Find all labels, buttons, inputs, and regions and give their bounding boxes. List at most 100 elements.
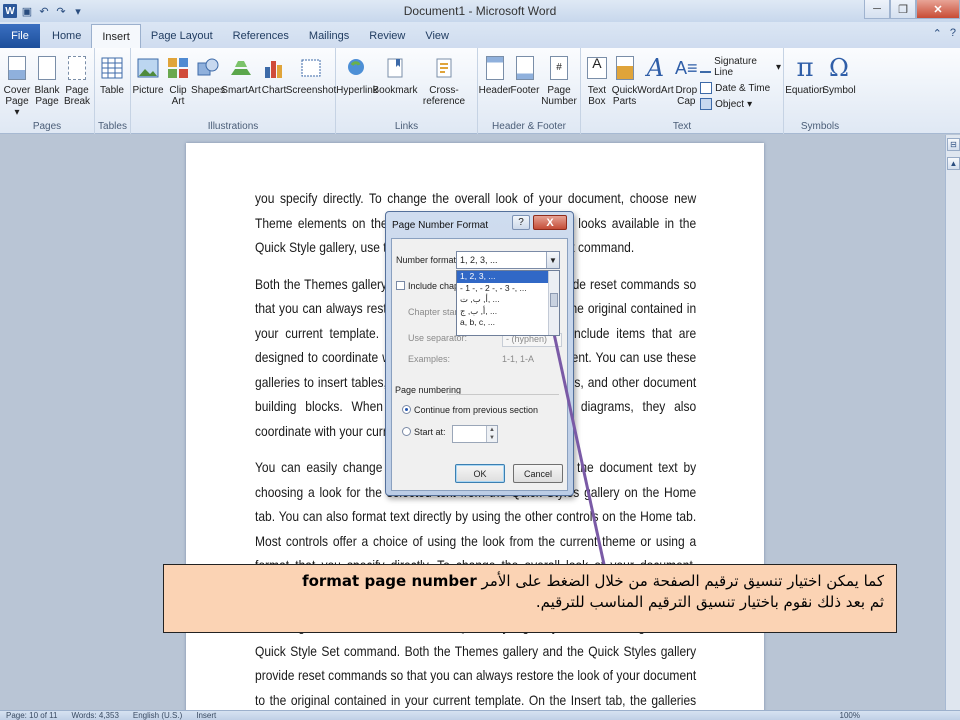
help-icon[interactable]: ? (950, 27, 956, 40)
picture-icon (136, 53, 160, 83)
radio-selected-icon (402, 405, 411, 414)
screenshot-icon (299, 53, 323, 83)
signature-icon (700, 61, 712, 73)
group-links: Hyperlink Bookmark Cross-reference Links (336, 48, 478, 134)
tab-home[interactable]: Home (42, 24, 91, 48)
tab-insert[interactable]: Insert (91, 24, 141, 48)
tab-review[interactable]: Review (359, 24, 415, 48)
examples-value: 1-1, 1-A (502, 354, 535, 364)
number-format-value: 1, 2, 3, ... (460, 255, 498, 265)
shapes-icon (196, 53, 220, 83)
minimize-button[interactable]: ─ (864, 0, 890, 19)
page-number-format-dialog: Page Number Format ? X Number format: 1,… (385, 211, 574, 496)
continue-radio[interactable]: Continue from previous section (402, 405, 538, 415)
object-icon (700, 98, 713, 110)
group-label-pages: Pages (32, 121, 62, 132)
vertical-scrollbar[interactable]: ⊟ ▲ (945, 135, 960, 710)
number-format-option[interactable]: - 1 -, - 2 -, - 3 -, ... (457, 283, 559, 295)
ruler-toggle-icon[interactable]: ⊟ (947, 138, 960, 151)
page-break-icon (68, 56, 86, 80)
tab-references[interactable]: References (223, 24, 299, 48)
start-at-spinner[interactable]: ▲ ▼ (452, 425, 498, 443)
group-label-header-footer: Header & Footer (492, 121, 566, 132)
header-icon (486, 56, 504, 80)
maximize-button[interactable]: ❐ (890, 0, 916, 19)
status-bar: Page: 10 of 11 Words: 4,353 English (U.S… (0, 710, 960, 720)
callout-command: format page number (302, 572, 477, 590)
cover-page-icon (8, 56, 26, 80)
dialog-close-button[interactable]: X (533, 215, 567, 230)
ribbon-insert: Cover Page ▾ Blank Page Page Break Pages… (0, 48, 960, 134)
tab-file[interactable]: File (0, 24, 40, 48)
undo-icon[interactable]: ↶ (37, 5, 51, 18)
divider (447, 394, 559, 395)
group-text: A Text Box Quick Parts A WordArt A≡ Drop Ca… (581, 48, 784, 134)
ribbon-tabs: File Home Insert Page Layout References … (0, 22, 960, 48)
dialog-body: Number format: 1, 2, 3, ... ▼ 1, 2, 3, .… (391, 238, 568, 491)
group-tables: Table Tables (95, 48, 131, 134)
drop-cap-icon: A≡ (675, 57, 698, 78)
group-label-illustrations: Illustrations (207, 121, 259, 132)
number-format-option[interactable]: أ, ب, ت, ... (457, 294, 559, 306)
cancel-button[interactable]: Cancel (513, 464, 563, 483)
tab-page-layout[interactable]: Page Layout (141, 24, 223, 48)
number-format-select[interactable]: 1, 2, 3, ... ▼ (456, 251, 560, 269)
dialog-help-button[interactable]: ? (512, 215, 530, 230)
group-symbols: π Equation Ω Symbol Symbols (784, 48, 856, 134)
checkbox-icon (396, 281, 405, 290)
page-number-icon: # (550, 56, 568, 80)
number-format-label: Number format: (396, 255, 459, 265)
chevron-down-icon[interactable]: ▼ (546, 252, 559, 268)
quick-access-toolbar: W ▣ ↶ ↷ ▾ (0, 4, 110, 18)
start-at-radio[interactable]: Start at: (402, 427, 446, 437)
date-time-button[interactable]: Date & Time (700, 82, 781, 94)
chapter-starts-label: Chapter starts with style: (408, 307, 458, 317)
status-page[interactable]: Page: 10 of 11 (6, 711, 57, 720)
group-label-tables: Tables (98, 121, 127, 132)
number-format-dropdown[interactable]: 1, 2, 3, ... - 1 -, - 2 -, - 3 -, ... أ,… (456, 270, 560, 336)
status-words[interactable]: Words: 4,353 (71, 711, 118, 720)
calendar-icon (700, 82, 713, 94)
footer-icon (516, 56, 534, 80)
word-icon[interactable]: W (3, 4, 17, 18)
clip-art-icon (166, 53, 190, 83)
title-bar: W ▣ ↶ ↷ ▾ Document1 - Microsoft Word ─ ❐… (0, 0, 960, 22)
redo-icon[interactable]: ↷ (54, 5, 68, 18)
close-button[interactable]: ✕ (916, 0, 960, 19)
hyperlink-icon (345, 53, 369, 83)
number-format-option[interactable]: أ, ب, ج, ... (457, 306, 559, 318)
save-icon[interactable]: ▣ (20, 5, 34, 18)
group-header-footer: Header Footer # Page Number Header & Foot… (478, 48, 581, 134)
ribbon-minimize-icon[interactable]: ⌃ (933, 27, 942, 40)
window-title: Document1 - Microsoft Word (403, 4, 557, 18)
scroll-thumb[interactable] (550, 293, 558, 307)
dropdown-scrollbar[interactable] (548, 271, 559, 335)
group-label-links: Links (394, 121, 419, 132)
status-language[interactable]: English (U.S.) (133, 711, 182, 720)
smartart-icon (229, 53, 253, 83)
object-button[interactable]: Object ▾ (700, 98, 781, 110)
spinner-arrows-icon[interactable]: ▲ ▼ (486, 426, 497, 442)
wordart-icon: A (646, 53, 665, 82)
examples-label: Examples: (408, 354, 451, 364)
tab-mailings[interactable]: Mailings (299, 24, 359, 48)
table-icon (100, 53, 124, 83)
group-illustrations: Picture Clip Art Shapes SmartArt Chart S… (131, 48, 336, 134)
group-pages: Cover Page ▾ Blank Page Page Break Pages (0, 48, 95, 134)
status-mode[interactable]: Insert (196, 711, 216, 720)
status-zoom[interactable]: 100% (840, 711, 860, 720)
text-box-icon: A (585, 53, 609, 83)
callout-line-1: كما يمكن اختيار تنسيق ترقيم الصفحة من خل… (302, 572, 884, 590)
chart-icon (262, 53, 286, 83)
number-format-option[interactable]: a, b, c, ... (457, 317, 559, 329)
tab-view[interactable]: View (415, 24, 459, 48)
scroll-up-icon[interactable]: ▲ (947, 157, 960, 170)
blank-page-icon (38, 56, 56, 80)
bookmark-icon (383, 53, 407, 83)
ok-button[interactable]: OK (455, 464, 505, 483)
signature-line-button[interactable]: Signature Line ▾ (700, 56, 781, 78)
cross-reference-icon (432, 53, 456, 83)
customize-icon[interactable]: ▾ (71, 5, 85, 18)
number-format-option[interactable]: 1, 2, 3, ... (457, 271, 559, 283)
callout-line-2: ثم بعد ذلك نقوم باختيار تنسيق الترقيم ال… (535, 593, 884, 611)
